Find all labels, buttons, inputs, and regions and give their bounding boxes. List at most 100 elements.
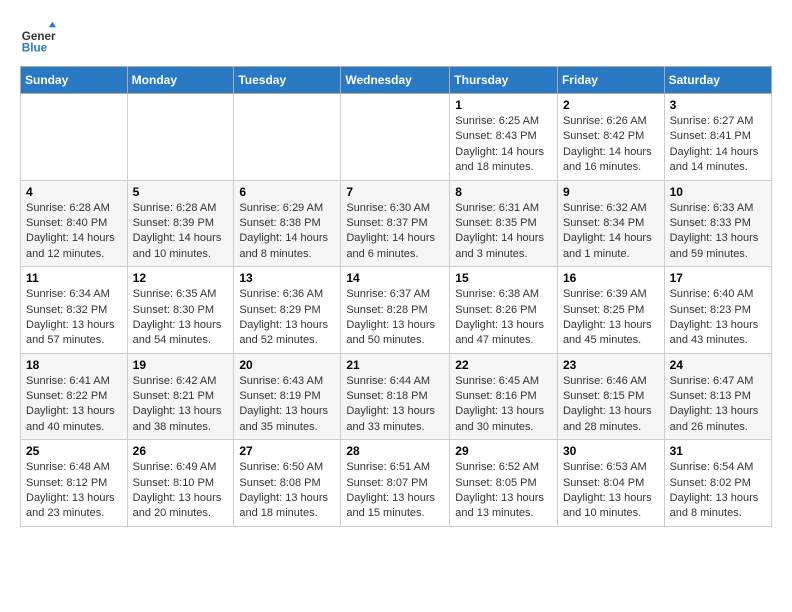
day-of-week-header: Saturday: [664, 67, 771, 94]
calendar-cell: 8 Sunrise: 6:31 AM Sunset: 8:35 PM Daylig…: [450, 180, 558, 267]
calendar-cell: 1 Sunrise: 6:25 AM Sunset: 8:43 PM Daylig…: [450, 94, 558, 181]
day-number: 7: [346, 185, 444, 199]
day-of-week-header: Friday: [557, 67, 664, 94]
calendar-cell: 7 Sunrise: 6:30 AM Sunset: 8:37 PM Daylig…: [341, 180, 450, 267]
day-number: 2: [563, 98, 659, 112]
calendar-week-row: 4 Sunrise: 6:28 AM Sunset: 8:40 PM Daylig…: [21, 180, 772, 267]
calendar-cell: 17Sunrise: 6:40 AM Sunset: 8:23 PM Dayli…: [664, 267, 771, 354]
day-info: Sunrise: 6:53 AM Sunset: 8:04 PM Dayligh…: [563, 460, 659, 522]
day-info: Sunrise: 6:27 AM Sunset: 8:41 PM Dayligh…: [670, 114, 766, 176]
day-info: Sunrise: 6:30 AM Sunset: 8:37 PM Dayligh…: [346, 201, 444, 263]
calendar-cell: 18 Sunrise: 6:41 AM Sunset: 8:22 PM Dayli…: [21, 353, 128, 440]
calendar-cell: 15 Sunrise: 6:38 AM Sunset: 8:26 PM Dayli…: [450, 267, 558, 354]
day-info: Sunrise: 6:47 AM Sunset: 8:13 PM Dayligh…: [670, 374, 766, 436]
calendar-cell: 16 Sunrise: 6:39 AM Sunset: 8:25 PM Dayli…: [557, 267, 664, 354]
day-info: Sunrise: 6:42 AM Sunset: 8:21 PM Dayligh…: [133, 374, 229, 436]
calendar-cell: 4 Sunrise: 6:28 AM Sunset: 8:40 PM Daylig…: [21, 180, 128, 267]
day-info: Sunrise: 6:49 AM Sunset: 8:10 PM Dayligh…: [133, 460, 229, 522]
day-info: Sunrise: 6:31 AM Sunset: 8:35 PM Dayligh…: [455, 201, 552, 263]
day-number: 28: [346, 444, 444, 458]
day-number: 12: [133, 271, 229, 285]
day-number: 31: [670, 444, 766, 458]
day-info: Sunrise: 6:34 AM Sunset: 8:32 PM Dayligh…: [26, 287, 122, 349]
day-info: Sunrise: 6:38 AM Sunset: 8:26 PM Dayligh…: [455, 287, 552, 349]
day-of-week-header: Monday: [127, 67, 234, 94]
day-number: 5: [133, 185, 229, 199]
day-info: Sunrise: 6:43 AM Sunset: 8:19 PM Dayligh…: [239, 374, 335, 436]
calendar-week-row: 11 Sunrise: 6:34 AM Sunset: 8:32 PM Dayli…: [21, 267, 772, 354]
calendar-table: SundayMondayTuesdayWednesdayThursdayFrid…: [20, 66, 772, 527]
calendar-week-row: 1 Sunrise: 6:25 AM Sunset: 8:43 PM Daylig…: [21, 94, 772, 181]
calendar-week-row: 18 Sunrise: 6:41 AM Sunset: 8:22 PM Dayli…: [21, 353, 772, 440]
calendar-header: SundayMondayTuesdayWednesdayThursdayFrid…: [21, 67, 772, 94]
calendar-cell: 21Sunrise: 6:44 AM Sunset: 8:18 PM Dayli…: [341, 353, 450, 440]
day-info: Sunrise: 6:33 AM Sunset: 8:33 PM Dayligh…: [670, 201, 766, 263]
day-info: Sunrise: 6:29 AM Sunset: 8:38 PM Dayligh…: [239, 201, 335, 263]
calendar-cell: 24 Sunrise: 6:47 AM Sunset: 8:13 PM Dayli…: [664, 353, 771, 440]
day-info: Sunrise: 6:35 AM Sunset: 8:30 PM Dayligh…: [133, 287, 229, 349]
day-info: Sunrise: 6:36 AM Sunset: 8:29 PM Dayligh…: [239, 287, 335, 349]
calendar-cell: 22 Sunrise: 6:45 AM Sunset: 8:16 PM Dayli…: [450, 353, 558, 440]
day-number: 21: [346, 358, 444, 372]
calendar-cell: 14Sunrise: 6:37 AM Sunset: 8:28 PM Dayli…: [341, 267, 450, 354]
day-info: Sunrise: 6:37 AM Sunset: 8:28 PM Dayligh…: [346, 287, 444, 349]
day-number: 15: [455, 271, 552, 285]
day-number: 26: [133, 444, 229, 458]
day-info: Sunrise: 6:40 AM Sunset: 8:23 PM Dayligh…: [670, 287, 766, 349]
calendar-cell: [21, 94, 128, 181]
calendar-cell: 30 Sunrise: 6:53 AM Sunset: 8:04 PM Dayli…: [557, 440, 664, 527]
day-number: 13: [239, 271, 335, 285]
calendar-cell: 10 Sunrise: 6:33 AM Sunset: 8:33 PM Dayli…: [664, 180, 771, 267]
day-info: Sunrise: 6:41 AM Sunset: 8:22 PM Dayligh…: [26, 374, 122, 436]
day-number: 19: [133, 358, 229, 372]
day-number: 18: [26, 358, 122, 372]
calendar-cell: 13 Sunrise: 6:36 AM Sunset: 8:29 PM Dayli…: [234, 267, 341, 354]
logo-icon: General Blue: [20, 20, 56, 56]
day-info: Sunrise: 6:32 AM Sunset: 8:34 PM Dayligh…: [563, 201, 659, 263]
day-number: 8: [455, 185, 552, 199]
day-number: 24: [670, 358, 766, 372]
day-number: 4: [26, 185, 122, 199]
day-number: 9: [563, 185, 659, 199]
day-info: Sunrise: 6:54 AM Sunset: 8:02 PM Dayligh…: [670, 460, 766, 522]
calendar-cell: 9 Sunrise: 6:32 AM Sunset: 8:34 PM Daylig…: [557, 180, 664, 267]
day-number: 20: [239, 358, 335, 372]
day-of-week-header: Sunday: [21, 67, 128, 94]
day-info: Sunrise: 6:48 AM Sunset: 8:12 PM Dayligh…: [26, 460, 122, 522]
calendar-cell: 5Sunrise: 6:28 AM Sunset: 8:39 PM Daylig…: [127, 180, 234, 267]
page-header: General Blue: [20, 20, 772, 56]
calendar-cell: [234, 94, 341, 181]
day-number: 30: [563, 444, 659, 458]
day-info: Sunrise: 6:50 AM Sunset: 8:08 PM Dayligh…: [239, 460, 335, 522]
calendar-cell: 23Sunrise: 6:46 AM Sunset: 8:15 PM Dayli…: [557, 353, 664, 440]
calendar-cell: 12 Sunrise: 6:35 AM Sunset: 8:30 PM Dayli…: [127, 267, 234, 354]
day-number: 11: [26, 271, 122, 285]
calendar-cell: 3Sunrise: 6:27 AM Sunset: 8:41 PM Daylig…: [664, 94, 771, 181]
calendar-cell: [341, 94, 450, 181]
day-info: Sunrise: 6:25 AM Sunset: 8:43 PM Dayligh…: [455, 114, 552, 176]
day-info: Sunrise: 6:51 AM Sunset: 8:07 PM Dayligh…: [346, 460, 444, 522]
day-number: 6: [239, 185, 335, 199]
day-of-week-header: Tuesday: [234, 67, 341, 94]
day-info: Sunrise: 6:39 AM Sunset: 8:25 PM Dayligh…: [563, 287, 659, 349]
day-number: 22: [455, 358, 552, 372]
day-info: Sunrise: 6:28 AM Sunset: 8:40 PM Dayligh…: [26, 201, 122, 263]
day-number: 25: [26, 444, 122, 458]
day-number: 27: [239, 444, 335, 458]
calendar-cell: 2Sunrise: 6:26 AM Sunset: 8:42 PM Daylig…: [557, 94, 664, 181]
calendar-cell: [127, 94, 234, 181]
calendar-cell: 27 Sunrise: 6:50 AM Sunset: 8:08 PM Dayli…: [234, 440, 341, 527]
day-number: 10: [670, 185, 766, 199]
calendar-cell: 31 Sunrise: 6:54 AM Sunset: 8:02 PM Dayli…: [664, 440, 771, 527]
calendar-week-row: 25 Sunrise: 6:48 AM Sunset: 8:12 PM Dayli…: [21, 440, 772, 527]
day-number: 23: [563, 358, 659, 372]
calendar-cell: 6 Sunrise: 6:29 AM Sunset: 8:38 PM Daylig…: [234, 180, 341, 267]
day-of-week-header: Thursday: [450, 67, 558, 94]
svg-text:Blue: Blue: [22, 42, 48, 55]
day-number: 1: [455, 98, 552, 112]
calendar-cell: 11 Sunrise: 6:34 AM Sunset: 8:32 PM Dayli…: [21, 267, 128, 354]
day-number: 16: [563, 271, 659, 285]
day-number: 29: [455, 444, 552, 458]
day-info: Sunrise: 6:45 AM Sunset: 8:16 PM Dayligh…: [455, 374, 552, 436]
day-info: Sunrise: 6:52 AM Sunset: 8:05 PM Dayligh…: [455, 460, 552, 522]
